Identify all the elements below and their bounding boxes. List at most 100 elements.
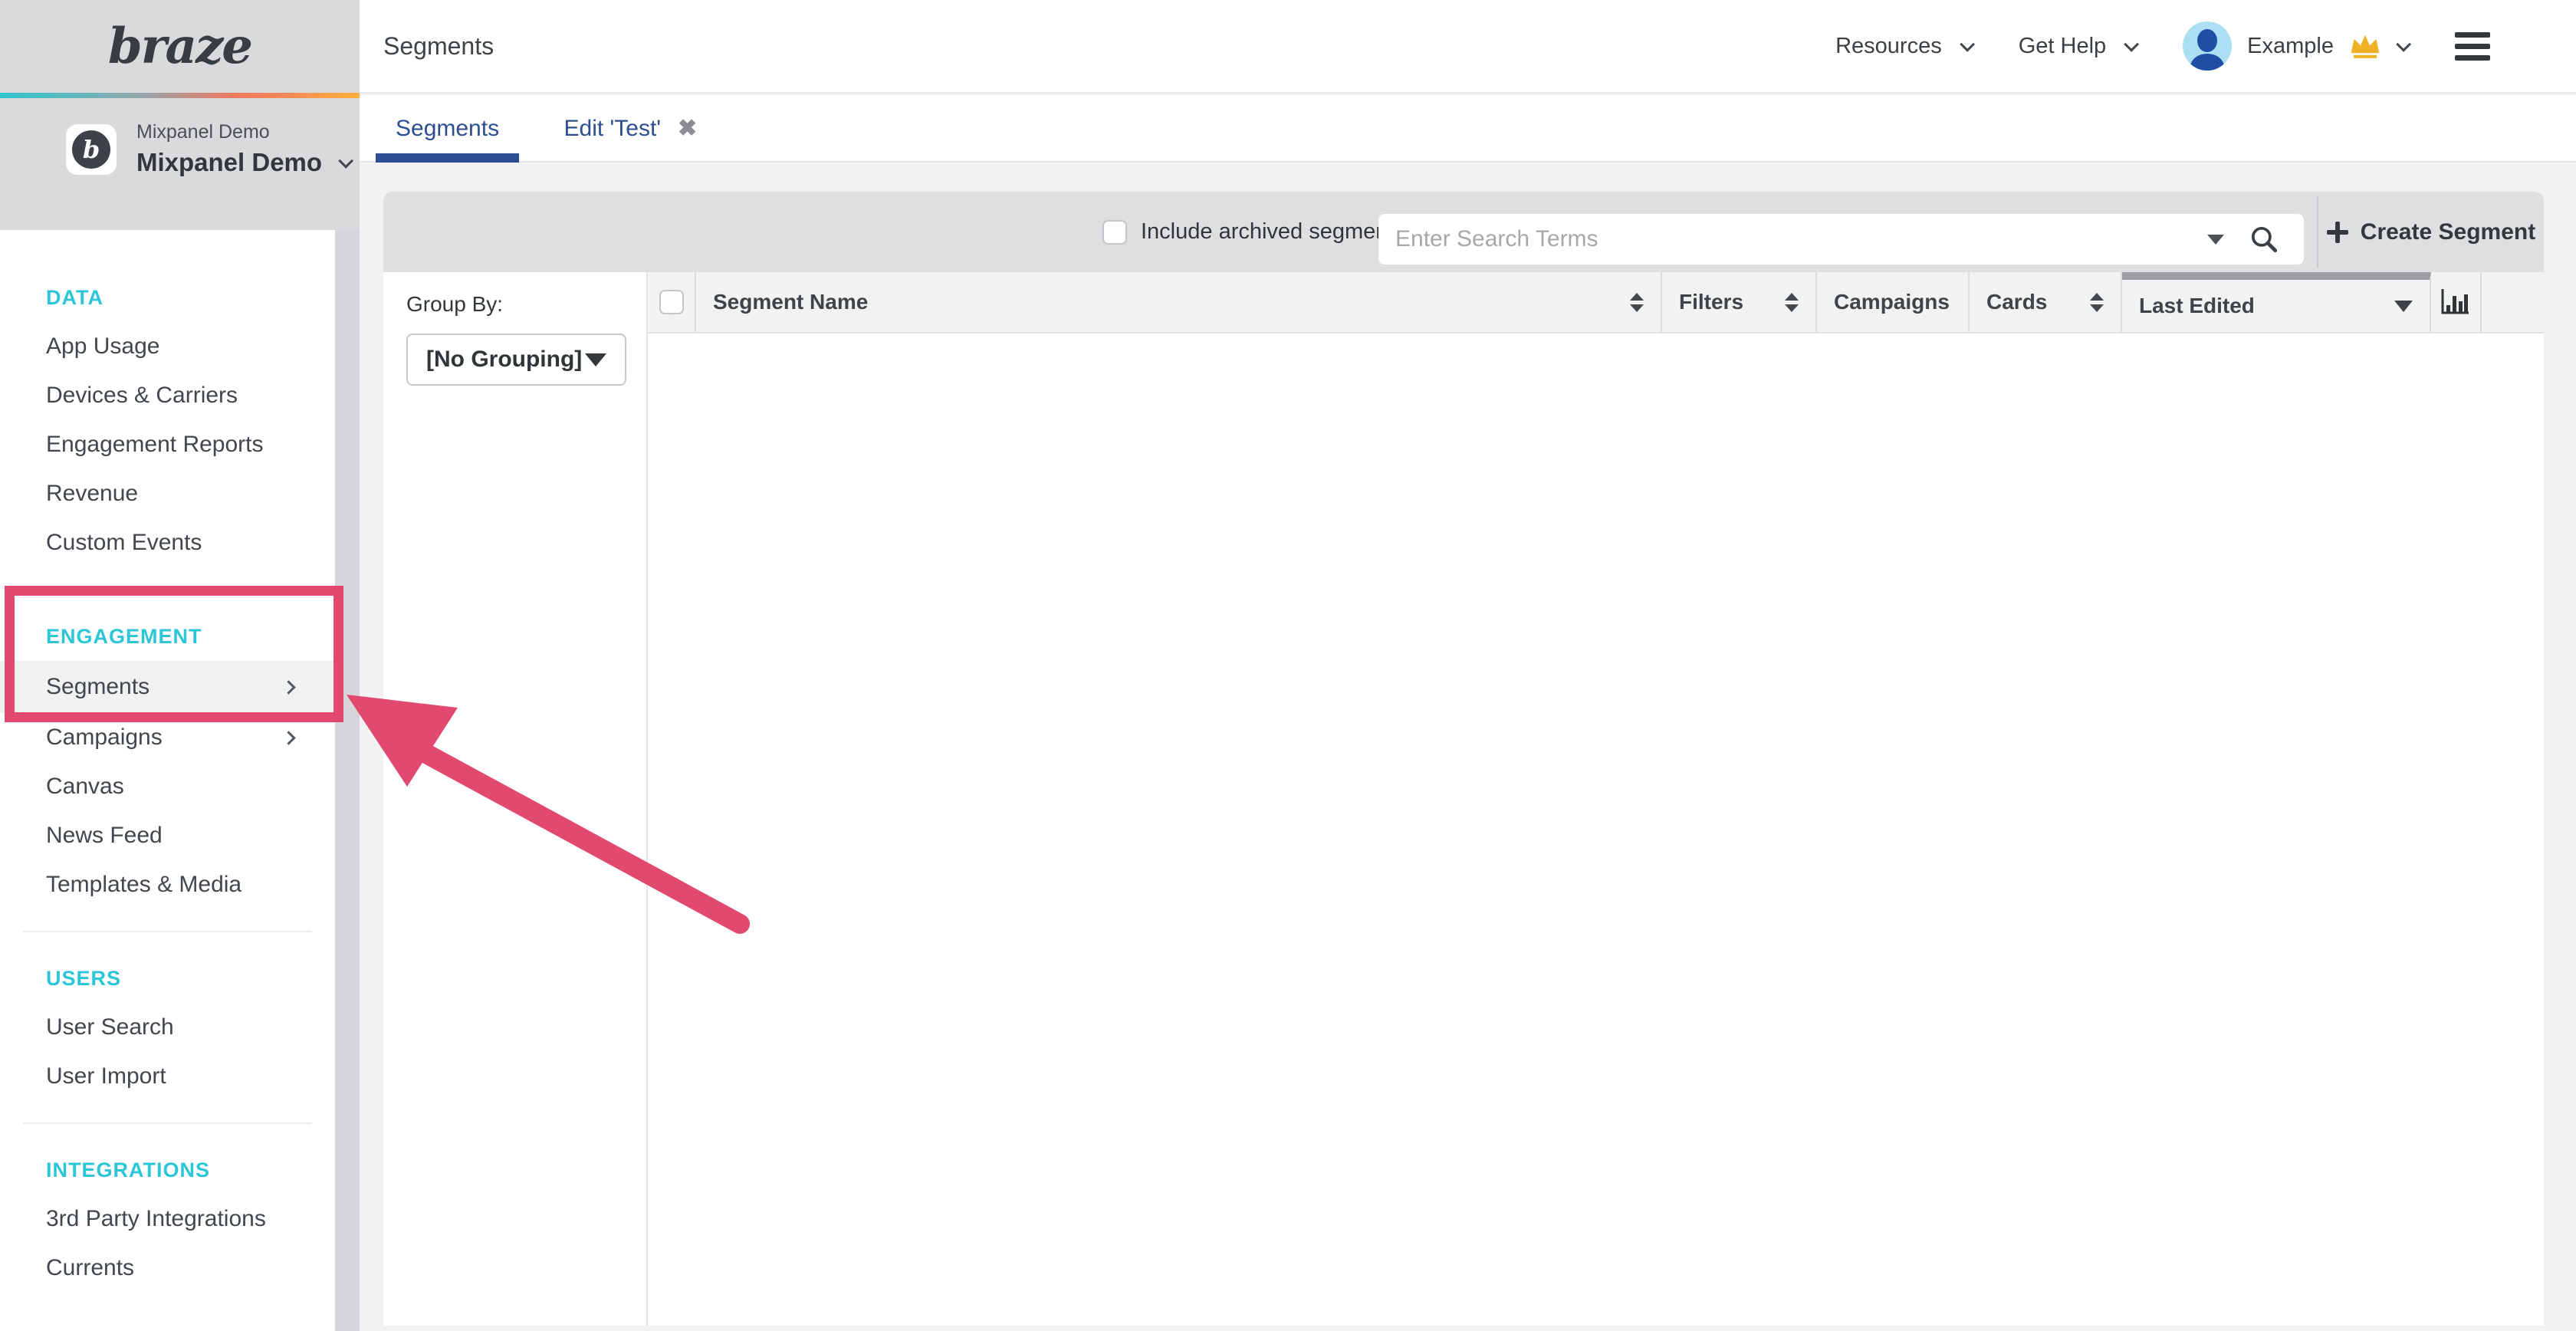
sidebar-item-templates-media[interactable]: Templates & Media — [0, 860, 335, 909]
tab-segments[interactable]: Segments — [376, 95, 519, 163]
resources-label: Resources — [1835, 34, 1942, 59]
sidebar-section-integrations: INTEGRATIONS 3rd Party Integrations Curren… — [0, 1124, 335, 1293]
sidebar-item-devices-carriers[interactable]: Devices & Carriers — [0, 371, 335, 420]
avatar — [2183, 21, 2232, 71]
select-all-checkbox[interactable] — [659, 290, 684, 314]
braze-logo: braze — [108, 18, 251, 75]
get-help-label: Get Help — [2019, 34, 2106, 59]
user-account-menu[interactable]: Example — [2183, 21, 2407, 71]
sort-desc-icon — [2394, 301, 2413, 312]
group-by-value: [No Grouping] — [426, 347, 582, 373]
workspace-icon: b — [66, 124, 117, 175]
workspace-name: Mixpanel Demo — [136, 148, 322, 177]
section-title: USERS — [0, 954, 335, 1003]
caret-down-icon — [585, 353, 606, 366]
resources-menu[interactable]: Resources — [1835, 34, 1971, 59]
sidebar-item-revenue[interactable]: Revenue — [0, 469, 335, 518]
sort-icon — [1630, 293, 1644, 312]
user-name: Example — [2247, 34, 2334, 59]
logo-block: braze — [0, 0, 360, 93]
brand-gradient-bar — [0, 93, 360, 98]
search-icon[interactable] — [2249, 224, 2279, 255]
sidebar-section-engagement: ENGAGEMENTSegmentsCampaignsCanvasNews Fe… — [0, 590, 335, 932]
sidebar-item-label: Canvas — [46, 774, 124, 800]
sidebar-nav: DATA App Usage Devices & Carriers Engagemen… — [0, 230, 335, 1293]
column-header-cards[interactable]: Cards — [1970, 272, 2122, 332]
group-by-panel: Group By: [No Grouping] — [383, 272, 648, 1326]
workspace-selector[interactable]: b Mixpanel Demo Mixpanel Demo — [0, 98, 360, 177]
create-segment-button[interactable]: Create Segment — [2318, 192, 2544, 272]
segments-table: Segment Name Filters Campaigns Cards Last Ed… — [648, 272, 2544, 1326]
table-body-empty — [648, 334, 2544, 1326]
section-title: INTEGRATIONS — [0, 1145, 335, 1195]
sidebar-item-label: Campaigns — [46, 725, 163, 751]
tab-label: Segments — [396, 116, 499, 142]
sidebar-item-segments[interactable]: Segments — [0, 661, 335, 713]
sidebar-item-label: Custom Events — [46, 530, 202, 556]
column-header-last-edited[interactable]: Last Edited — [2122, 272, 2431, 332]
sidebar-item-currents[interactable]: Currents — [0, 1244, 335, 1293]
sidebar-item-user-search[interactable]: User Search — [0, 1003, 335, 1052]
spacer-column-header — [2482, 272, 2544, 332]
hamburger-menu-icon[interactable] — [2455, 32, 2490, 61]
sort-icon — [2090, 293, 2104, 312]
sidebar-section-users: USERS User Search User Import — [0, 932, 335, 1124]
sidebar-item-campaigns[interactable]: Campaigns — [0, 713, 335, 762]
sidebar-item-label: User Search — [46, 1014, 174, 1040]
sidebar-item-label: Engagement Reports — [46, 432, 264, 458]
workspace-initial: b — [83, 137, 100, 162]
close-icon[interactable]: ✖ — [678, 117, 697, 140]
sidebar-item-engagement-reports[interactable]: Engagement Reports — [0, 420, 335, 469]
column-header-segment-name[interactable]: Segment Name — [696, 272, 1662, 332]
create-segment-label: Create Segment — [2361, 219, 2535, 245]
sidebar-section-data: DATA App Usage Devices & Carriers Engagemen… — [0, 230, 335, 590]
sidebar: braze b Mixpanel Demo Mixpanel Demo DATA… — [0, 0, 360, 1331]
section-title: DATA — [0, 273, 335, 322]
plus-icon — [2327, 222, 2348, 243]
search-input[interactable] — [1395, 214, 2024, 265]
column-header-filters[interactable]: Filters — [1662, 272, 1817, 332]
get-help-menu[interactable]: Get Help — [2019, 34, 2135, 59]
sidebar-brand-block: braze b Mixpanel Demo Mixpanel Demo — [0, 0, 360, 230]
sidebar-item-3rd-party-integrations[interactable]: 3rd Party Integrations — [0, 1195, 335, 1244]
include-archived-label: Include archived segments — [1141, 219, 1405, 245]
chevron-down-icon — [1960, 37, 1975, 52]
column-header-campaigns[interactable]: Campaigns — [1817, 272, 1970, 332]
column-header-label: Last Edited — [2139, 294, 2255, 318]
column-header-label: Segment Name — [713, 290, 868, 314]
analytics-column-header[interactable] — [2431, 272, 2482, 332]
crown-icon — [2349, 33, 2381, 59]
group-by-label: Group By: — [406, 292, 646, 317]
sidebar-item-label: User Import — [46, 1063, 166, 1089]
tab-bar: Segments Edit 'Test' ✖ — [360, 95, 2576, 163]
column-header-label: Campaigns — [1834, 290, 1950, 314]
chevron-down-icon — [338, 153, 353, 169]
sidebar-scrollbar[interactable] — [335, 230, 360, 1331]
column-header-label: Filters — [1679, 290, 1743, 314]
sidebar-item-label: App Usage — [46, 334, 159, 360]
group-by-select[interactable]: [No Grouping] — [406, 334, 626, 386]
sidebar-item-canvas[interactable]: Canvas — [0, 762, 335, 811]
sidebar-item-user-import[interactable]: User Import — [0, 1052, 335, 1101]
sidebar-item-custom-events[interactable]: Custom Events — [0, 518, 335, 567]
filter-bar: Include archived segments Create Segment — [383, 192, 2544, 272]
chevron-right-icon — [281, 731, 295, 744]
search-dropdown-caret-icon[interactable] — [2207, 235, 2224, 245]
sidebar-item-label: 3rd Party Integrations — [46, 1206, 266, 1232]
chevron-right-icon — [281, 680, 295, 694]
chevron-down-icon — [2396, 37, 2411, 52]
sidebar-item-app-usage[interactable]: App Usage — [0, 322, 335, 371]
sidebar-item-label: Currents — [46, 1255, 134, 1281]
select-all-column-header[interactable] — [648, 272, 696, 332]
sidebar-item-label: Segments — [46, 674, 150, 700]
chevron-down-icon — [2124, 37, 2139, 52]
include-archived-checkbox[interactable] — [1102, 220, 1127, 245]
bar-chart-icon — [2440, 288, 2471, 316]
column-header-label: Cards — [1986, 290, 2047, 314]
page-background: Include archived segments Create Segment — [360, 163, 2576, 1331]
tab-edit-test[interactable]: Edit 'Test' ✖ — [544, 95, 718, 163]
sidebar-item-label: News Feed — [46, 823, 163, 849]
search-box — [1378, 214, 2304, 265]
page-title: Segments — [383, 0, 494, 92]
sidebar-item-news-feed[interactable]: News Feed — [0, 811, 335, 860]
